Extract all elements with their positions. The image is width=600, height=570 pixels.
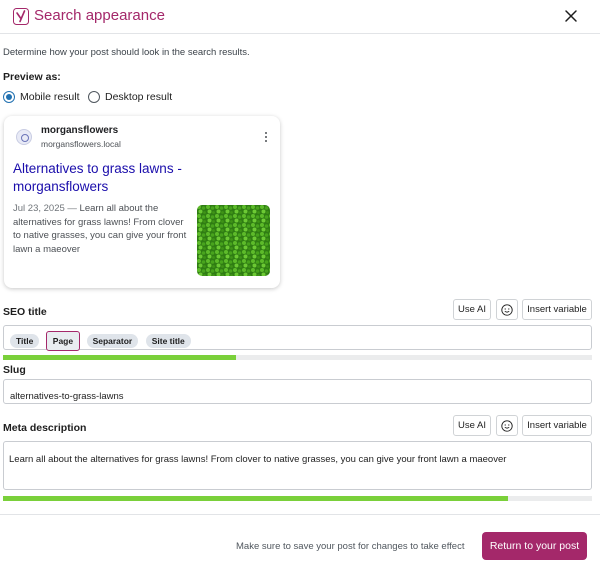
footer-divider bbox=[0, 514, 600, 515]
meta-description-progress-bar bbox=[3, 496, 592, 501]
mobile-result-radio[interactable]: Mobile result bbox=[3, 90, 80, 104]
serp-result-title[interactable]: Alternatives to grass lawns - morgansflo… bbox=[13, 160, 213, 196]
serp-site-url: morgansflowers.local bbox=[41, 139, 121, 149]
modal-title: Search appearance bbox=[34, 7, 165, 24]
mobile-result-label: Mobile result bbox=[20, 91, 80, 103]
site-favicon-icon bbox=[16, 129, 32, 145]
seo-title-use-ai-button[interactable]: Use AI bbox=[453, 299, 491, 320]
slug-input[interactable]: alternatives-to-grass-lawns bbox=[3, 379, 592, 404]
meta-description-label: Meta description bbox=[3, 422, 87, 434]
variable-pill-title[interactable]: Title bbox=[10, 334, 40, 348]
variable-pill-site-title[interactable]: Site title bbox=[145, 334, 191, 348]
serp-result-date: Jul 23, 2025 bbox=[13, 203, 65, 214]
modal-header: Search appearance bbox=[0, 0, 600, 34]
serp-result-snippet: Jul 23, 2025 — Learn all about the alter… bbox=[13, 202, 191, 256]
variable-pill-separator[interactable]: Separator bbox=[86, 334, 139, 348]
emoji-icon bbox=[501, 419, 513, 432]
seo-title-field[interactable]: Title Page Separator Site title bbox=[3, 325, 592, 351]
close-icon[interactable] bbox=[560, 5, 582, 27]
serp-site-name: morgansflowers bbox=[41, 125, 119, 136]
seo-title-insert-variable-button[interactable]: Insert variable bbox=[522, 299, 592, 320]
seo-title-emoji-button[interactable] bbox=[496, 299, 518, 320]
meta-description-value: Learn all about the alternatives for gra… bbox=[9, 454, 507, 465]
meta-description-emoji-button[interactable] bbox=[496, 415, 518, 436]
save-reminder-note: Make sure to save your post for changes … bbox=[236, 541, 465, 552]
radio-unchecked[interactable] bbox=[88, 91, 100, 103]
more-vertical-icon[interactable] bbox=[262, 130, 270, 144]
desktop-result-label: Desktop result bbox=[105, 91, 173, 103]
seo-title-progress-fill bbox=[3, 355, 236, 360]
desktop-result-radio[interactable]: Desktop result bbox=[88, 90, 172, 104]
meta-description-textarea[interactable]: Learn all about the alternatives for gra… bbox=[3, 441, 592, 490]
return-to-post-button[interactable]: Return to your post bbox=[482, 532, 587, 560]
serp-preview-card: morgansflowers morgansflowers.local Alte… bbox=[4, 116, 280, 288]
meta-description-use-ai-button[interactable]: Use AI bbox=[453, 415, 491, 436]
serp-date-separator: — bbox=[64, 203, 80, 214]
meta-description-progress-fill bbox=[3, 496, 508, 501]
variable-pill-page[interactable]: Page bbox=[45, 331, 81, 351]
seo-title-progress-bar bbox=[3, 355, 592, 360]
seo-title-label: SEO title bbox=[3, 306, 47, 318]
radio-checked[interactable] bbox=[3, 91, 15, 103]
intro-text: Determine how your post should look in t… bbox=[3, 47, 250, 58]
meta-description-insert-variable-button[interactable]: Insert variable bbox=[522, 415, 592, 436]
yoast-logo-icon bbox=[13, 8, 29, 25]
emoji-icon bbox=[501, 303, 513, 316]
featured-image-thumbnail bbox=[197, 205, 270, 276]
preview-as-label: Preview as: bbox=[3, 71, 61, 83]
slug-label: Slug bbox=[3, 364, 26, 376]
slug-value: alternatives-to-grass-lawns bbox=[10, 391, 124, 402]
